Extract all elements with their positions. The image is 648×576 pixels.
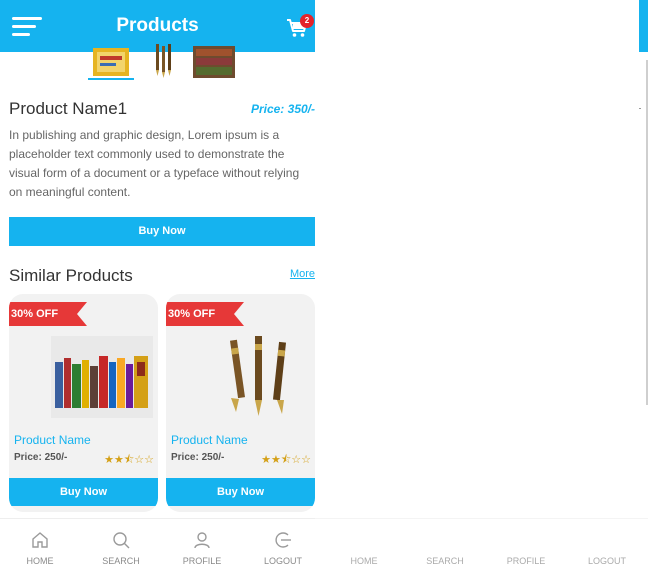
header-edge bbox=[639, 0, 648, 52]
book-cover-thumbnail[interactable] bbox=[88, 40, 134, 80]
nav-search-label: SEARCH bbox=[102, 556, 140, 566]
similar-product-card[interactable]: 30% OFF Product Name Price: 250/- ★★⯪☆☆ … bbox=[9, 294, 158, 512]
similar-product-card[interactable]: 30% OFF Product Name Price: 250/- ★★⯪☆☆ … bbox=[166, 294, 315, 512]
nav-home-label: HOME bbox=[26, 556, 54, 566]
nav-home[interactable]: HOME bbox=[325, 519, 403, 576]
nav-profile[interactable]: PROFILE bbox=[487, 519, 565, 576]
more-link[interactable]: More bbox=[290, 268, 315, 280]
nav-home[interactable]: HOME bbox=[1, 519, 79, 576]
nav-logout-label: LOGOUT bbox=[263, 556, 302, 566]
card-product-name: Product Name bbox=[171, 433, 248, 447]
card-product-price: Price: 250/- bbox=[14, 452, 68, 463]
product-name: Product Name1 bbox=[9, 99, 128, 118]
nav-search[interactable]: SEARCH bbox=[82, 519, 160, 576]
product-description: In publishing and graphic design, Lorem … bbox=[9, 128, 300, 199]
rating-stars-icon: ★★⯪☆☆ bbox=[104, 454, 154, 466]
nav-profile-label: PROFILE bbox=[182, 556, 222, 566]
product-screen: Products 2 Product Name1 Price: 350/- In… bbox=[0, 0, 315, 576]
price-edge-mark bbox=[639, 108, 641, 109]
nav-search-label: SEARCH bbox=[426, 556, 464, 566]
rating-stars-icon: ★★⯪☆☆ bbox=[261, 454, 311, 466]
similar-products-heading: Similar Products bbox=[9, 266, 133, 285]
nav-logout[interactable]: LOGOUT bbox=[244, 519, 315, 576]
nav-profile[interactable]: PROFILE bbox=[163, 519, 241, 576]
home-icon bbox=[32, 532, 48, 548]
pens-thumbnail[interactable] bbox=[140, 40, 186, 80]
nav-logout-label: LOGOUT bbox=[587, 556, 626, 566]
card-product-price: Price: 250/- bbox=[171, 452, 225, 463]
nav-logout[interactable]: LOGOUT bbox=[568, 519, 646, 576]
search-icon bbox=[113, 532, 130, 549]
card-buy-now-button[interactable]: Buy Now bbox=[166, 478, 315, 506]
cart-badge: 2 bbox=[300, 14, 314, 28]
nav-home-label: HOME bbox=[350, 556, 378, 566]
blank-screen: HOME SEARCH PROFILE LOGOUT bbox=[315, 0, 648, 576]
bookstore-thumbnail[interactable] bbox=[191, 40, 237, 80]
books-image bbox=[51, 336, 153, 418]
nav-profile-label: PROFILE bbox=[506, 556, 546, 566]
discount-ribbon: 30% OFF bbox=[166, 302, 244, 326]
profile-icon bbox=[194, 532, 210, 549]
discount-ribbon: 30% OFF bbox=[9, 302, 87, 326]
pens-image bbox=[229, 336, 287, 416]
bottom-navigation: HOME SEARCH PROFILE LOGOUT bbox=[0, 518, 315, 576]
product-price: Price: 350/- bbox=[250, 102, 315, 116]
logout-icon bbox=[275, 532, 291, 548]
buy-now-button[interactable]: Buy Now bbox=[9, 217, 315, 246]
page-title: Products bbox=[116, 15, 199, 36]
card-product-name: Product Name bbox=[14, 433, 91, 447]
bottom-navigation: HOME SEARCH PROFILE LOGOUT bbox=[315, 518, 648, 576]
nav-search[interactable]: SEARCH bbox=[406, 519, 484, 576]
card-buy-now-button[interactable]: Buy Now bbox=[9, 478, 158, 506]
